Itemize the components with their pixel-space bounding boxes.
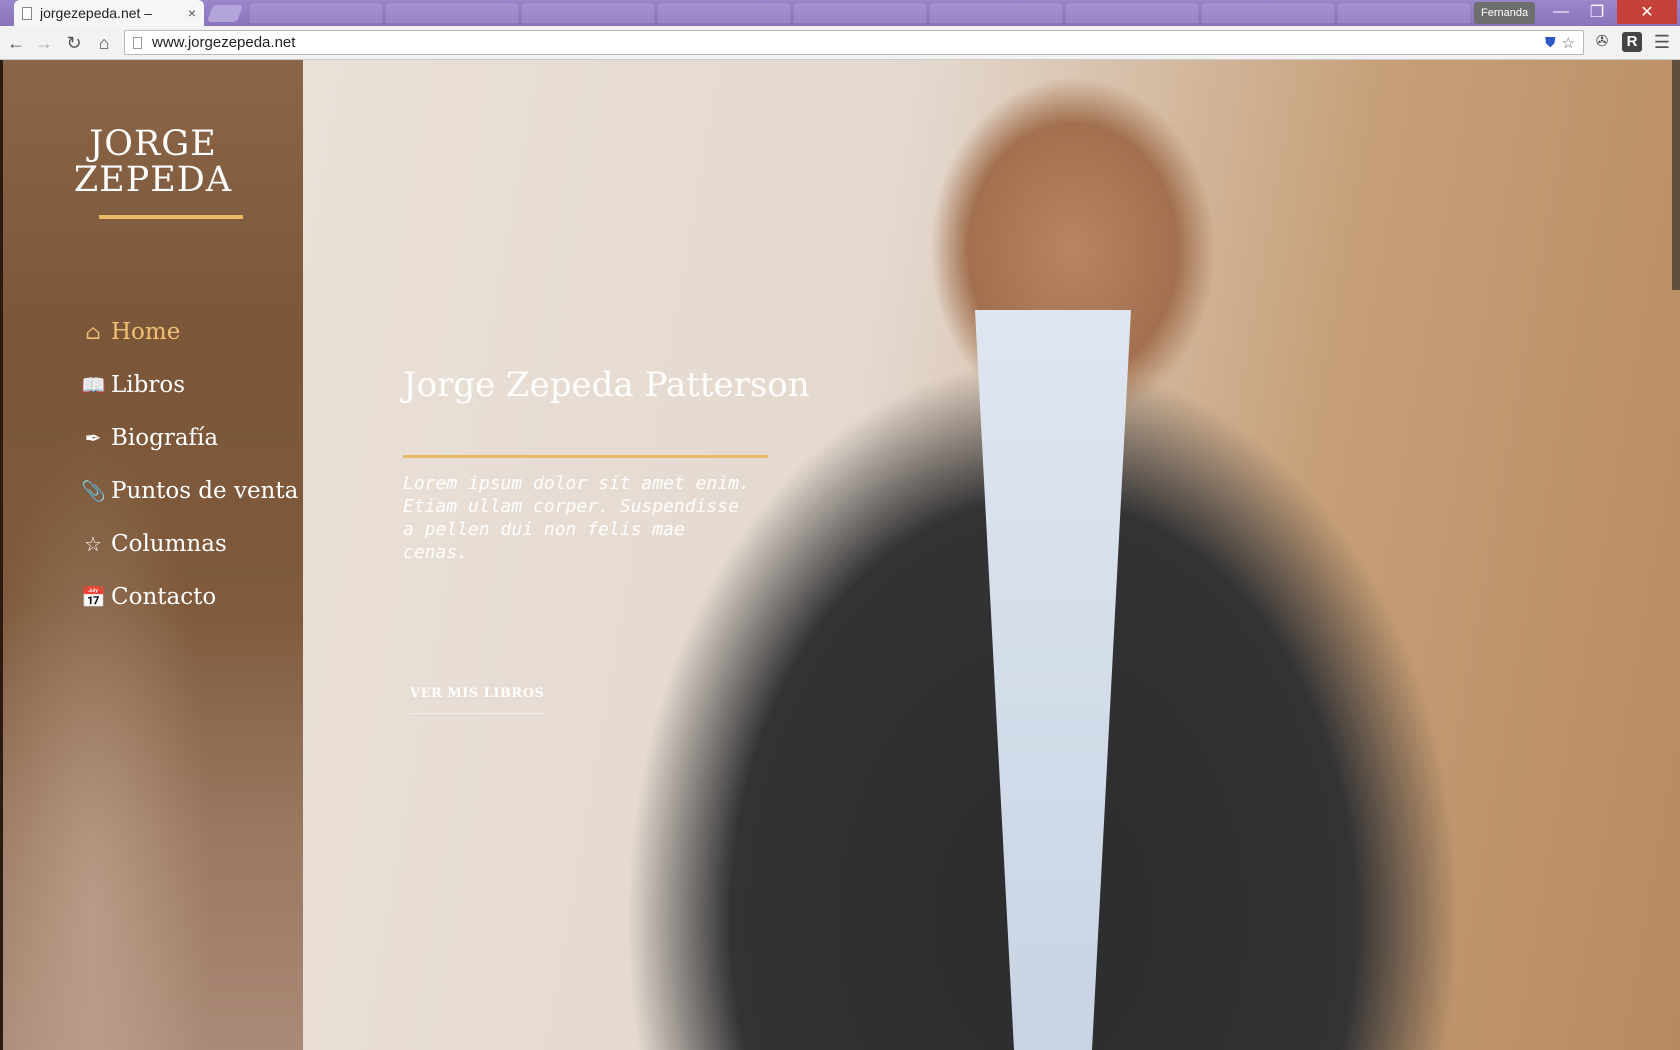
menu-icon[interactable]: ☰: [1652, 32, 1672, 52]
close-tab-icon[interactable]: ×: [188, 5, 196, 21]
hero-photo-shirt: [975, 310, 1131, 1050]
nav-label: Libros: [111, 371, 185, 398]
background-tab[interactable]: [658, 3, 790, 23]
home-icon: ⌂: [85, 319, 101, 344]
home-button-icon[interactable]: ⌂: [93, 32, 115, 54]
url-text[interactable]: www.jorgezepeda.net: [152, 34, 295, 51]
new-tab-button[interactable]: [206, 5, 244, 22]
nav-item-libros[interactable]: 📖 Libros: [81, 358, 298, 411]
logo-line-1: JORGE: [89, 124, 217, 164]
forward-arrow-icon[interactable]: →: [33, 32, 55, 54]
background-tab[interactable]: [250, 3, 382, 23]
reload-icon[interactable]: ↻: [63, 32, 85, 54]
background-tab[interactable]: [1202, 3, 1334, 23]
nav-item-biografia[interactable]: ✒ Biografía: [81, 411, 298, 464]
tab-title: jorgezepeda.net –: [40, 5, 153, 21]
logo-underline: [99, 215, 243, 219]
browser-titlebar: jorgezepeda.net – × Fernanda — ❐ ✕: [0, 0, 1680, 26]
hero-title: Jorge Zepeda Patterson: [403, 365, 810, 405]
background-tab[interactable]: [522, 3, 654, 23]
page-icon: [22, 6, 32, 20]
site-logo[interactable]: JORGE ZEPEDA: [3, 126, 303, 198]
main-nav: ⌂ Home 📖 Libros ✒ Biografía 📎 Puntos de …: [81, 305, 298, 623]
nav-label: Biografía: [111, 424, 219, 451]
nav-item-columnas[interactable]: ☆ Columnas: [81, 517, 298, 570]
star-icon: ☆: [84, 531, 102, 556]
nav-label: Puntos de venta: [111, 477, 299, 504]
logo-line-2: ZEPEDA: [73, 160, 233, 200]
ver-mis-libros-link[interactable]: VER MIS LIBROS: [410, 686, 545, 714]
profile-button[interactable]: Fernanda: [1474, 2, 1536, 24]
nav-label: Contacto: [111, 583, 217, 610]
background-tab[interactable]: [1066, 3, 1198, 23]
bookmark-star-icon[interactable]: ☆: [1562, 34, 1575, 52]
shield-icon[interactable]: ⛊: [1545, 34, 1556, 52]
address-bar[interactable]: www.jorgezepeda.net ⛊ ☆: [124, 30, 1584, 55]
nav-label: Columnas: [111, 530, 227, 557]
nav-item-puntos-de-venta[interactable]: 📎 Puntos de venta: [81, 464, 298, 517]
browser-tab[interactable]: jorgezepeda.net – ×: [14, 0, 204, 26]
maximize-icon[interactable]: ❐: [1580, 0, 1614, 24]
page-icon: [133, 36, 142, 49]
nav-item-contacto[interactable]: 📅 Contacto: [81, 570, 298, 623]
hero-text: Lorem ipsum dolor sit amet enim. Etiam u…: [403, 473, 750, 563]
minimize-icon[interactable]: —: [1544, 0, 1578, 24]
browser-toolbar: ← → ↻ ⌂ www.jorgezepeda.net ⛊ ☆ ✇ R ☰: [0, 26, 1680, 60]
feather-icon: ✒: [84, 425, 102, 450]
extension-icon[interactable]: ✇: [1592, 32, 1612, 52]
background-tab[interactable]: [930, 3, 1062, 23]
background-tab[interactable]: [1338, 3, 1470, 23]
book-icon: 📖: [81, 372, 106, 397]
extension-r-icon[interactable]: R: [1622, 32, 1642, 52]
sidebar: JORGE ZEPEDA ⌂ Home 📖 Libros ✒ Biografía…: [0, 60, 303, 1050]
nav-item-home[interactable]: ⌂ Home: [81, 305, 298, 358]
hero-title-underline: [403, 455, 768, 458]
calendar-icon: 📅: [81, 584, 106, 609]
background-tabs: [250, 3, 1470, 23]
scrollbar[interactable]: [1672, 60, 1680, 290]
web-page: JORGE ZEPEDA ⌂ Home 📖 Libros ✒ Biografía…: [0, 60, 1680, 1050]
background-tab[interactable]: [386, 3, 518, 23]
back-arrow-icon[interactable]: ←: [5, 32, 27, 54]
paperclip-icon: 📎: [81, 478, 106, 503]
close-window-icon[interactable]: ✕: [1617, 0, 1677, 24]
nav-label: Home: [111, 318, 181, 345]
background-tab[interactable]: [794, 3, 926, 23]
hero-section: Jorge Zepeda Patterson Lorem ipsum dolor…: [303, 60, 1680, 1050]
